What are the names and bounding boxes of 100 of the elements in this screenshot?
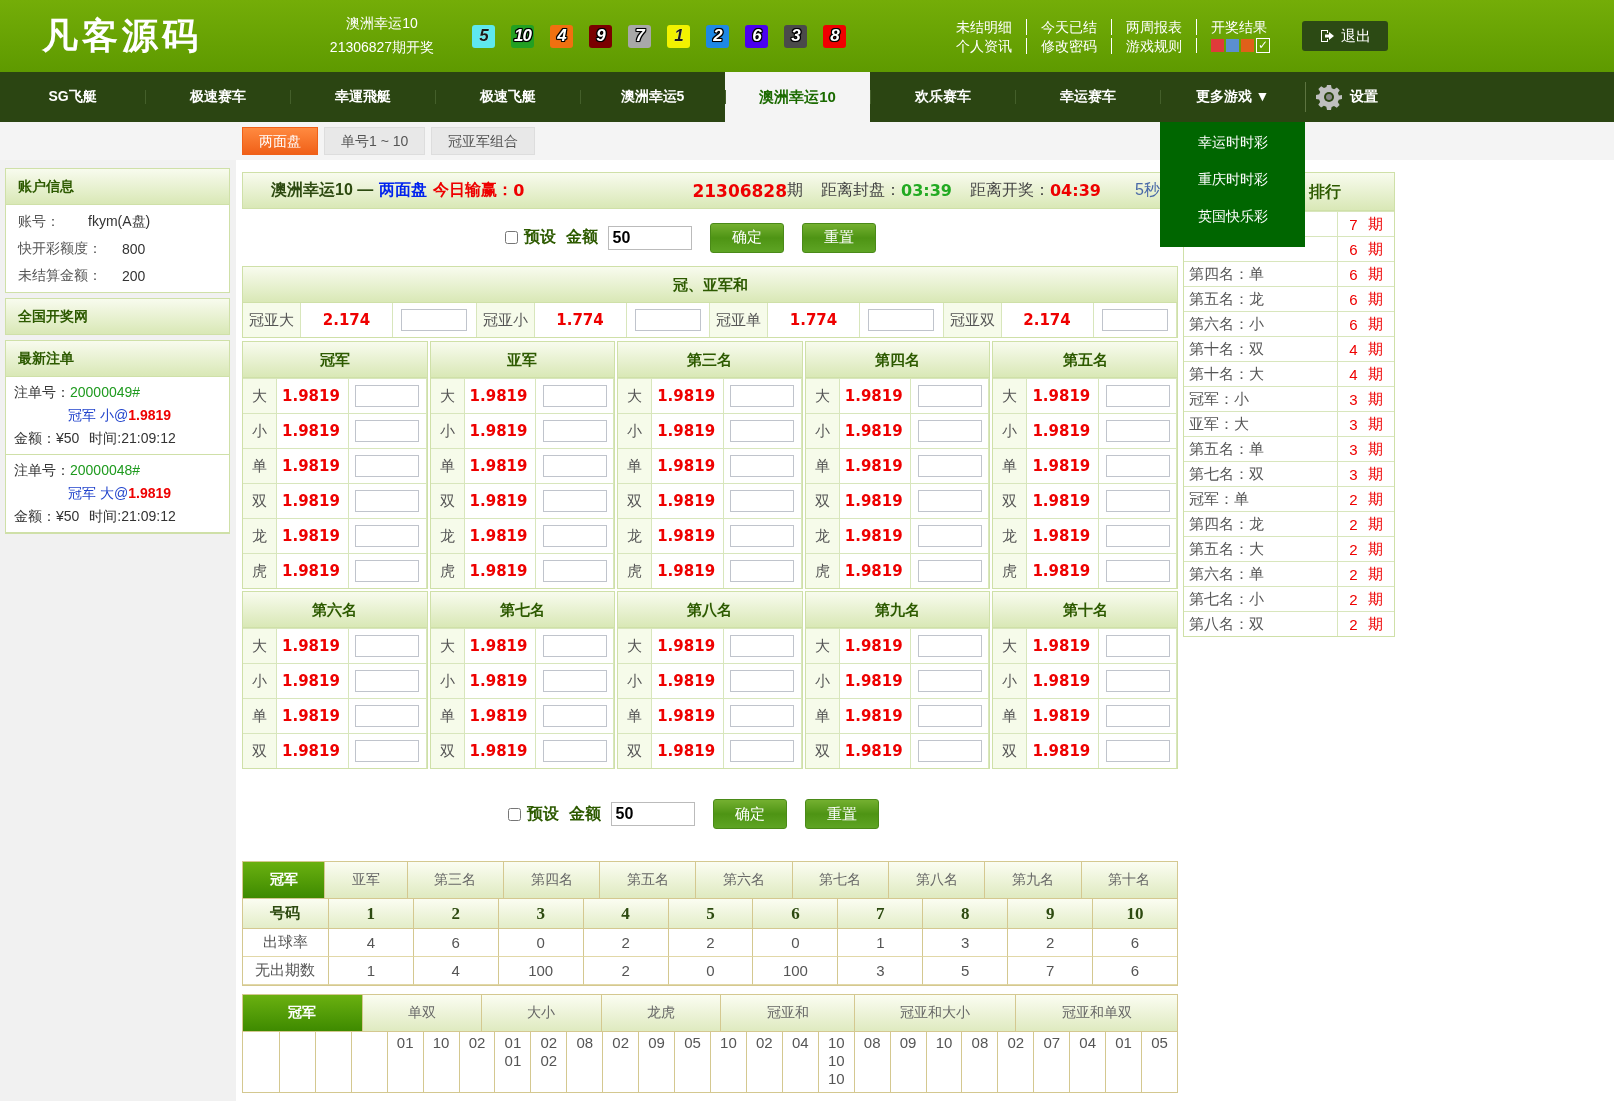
bet-amount-field[interactable] [1105,740,1170,762]
stats-tab[interactable]: 冠军 [243,862,325,898]
header-link[interactable]: 今天已结 [1026,18,1111,35]
nav-tab[interactable]: 澳洲幸运10 [725,72,870,122]
bet-amount-field[interactable] [1105,635,1170,657]
panel-link[interactable]: 全国开奖网 [5,298,230,335]
bet-amount-field[interactable] [917,525,982,547]
trend-tab[interactable]: 冠亚和单双 [1015,995,1178,1031]
bet-amount-field[interactable] [542,490,607,512]
bet-amount-field[interactable] [634,309,701,331]
bet-amount-field[interactable] [542,740,607,762]
logout-button[interactable]: 退出 [1302,21,1388,51]
nav-tab[interactable]: 澳洲幸运5 [580,72,725,122]
bet-amount-field[interactable] [1105,455,1170,477]
preset-checkbox[interactable] [504,231,518,244]
trend-tab[interactable]: 大小 [481,995,601,1031]
confirm-button[interactable]: 确定 [709,222,784,253]
bet-amount-field[interactable] [355,670,420,692]
amount-field[interactable]: 50 [610,802,695,826]
bet-amount-field[interactable] [355,490,420,512]
trend-tab[interactable]: 单双 [361,995,482,1031]
nav-tab[interactable]: 极速飞艇 [435,72,580,122]
bet-amount-field[interactable] [1101,309,1168,331]
stats-tab[interactable]: 第五名 [599,862,696,898]
bet-amount-field[interactable] [917,420,982,442]
settings-link[interactable]: 设置 [1305,82,1378,112]
bet-amount-field[interactable] [917,740,982,762]
stats-tab[interactable]: 亚军 [324,862,407,898]
bet-amount-field[interactable] [1105,560,1170,582]
bet-amount-field[interactable] [917,705,982,727]
bet-amount-field[interactable] [730,740,795,762]
bet-amount-field[interactable] [542,560,607,582]
nav-tab[interactable]: SG飞艇 [0,72,145,122]
confirm-button[interactable]: 确定 [712,799,787,829]
bet-amount-field[interactable] [542,635,607,657]
nav-tab[interactable]: 极速赛车 [145,72,290,122]
header-link[interactable]: 两周报表 [1111,18,1196,35]
header-link[interactable]: 个人资讯 [942,37,1026,54]
bet-amount-field[interactable] [1105,670,1170,692]
bet-amount-field[interactable] [542,455,607,477]
bet-amount-field[interactable] [730,705,795,727]
bet-amount-field[interactable] [355,740,420,762]
theme-swatch[interactable] [1241,39,1254,52]
theme-check[interactable]: ✓ [1256,38,1270,53]
stats-tab[interactable]: 第三名 [406,862,503,898]
bet-amount-field[interactable] [730,385,795,407]
bet-amount-field[interactable] [355,560,420,582]
bet-amount-field[interactable] [730,490,795,512]
bet-amount-field[interactable] [730,635,795,657]
bet-amount-field[interactable] [542,670,607,692]
bet-amount-field[interactable] [917,560,982,582]
bet-amount-field[interactable] [1105,420,1170,442]
stats-tab[interactable]: 第八名 [888,862,985,898]
nav-tab[interactable]: 欢乐赛车 [870,72,1015,122]
stats-tab[interactable]: 第六名 [695,862,792,898]
bet-amount-field[interactable] [1105,385,1170,407]
bet-amount-field[interactable] [1105,705,1170,727]
reset-button[interactable]: 重置 [804,799,879,829]
bet-amount-field[interactable] [730,455,795,477]
mode-tab[interactable]: 两面盘 [242,127,318,155]
header-link[interactable]: 开奖结果 [1196,18,1281,35]
bet-amount-field[interactable] [355,635,420,657]
trend-tab[interactable]: 冠亚和大小 [853,995,1016,1031]
bet-amount-field[interactable] [401,309,468,331]
bet-amount-field[interactable] [730,525,795,547]
menu-item[interactable]: 幸运时时彩 [1197,128,1268,165]
bet-amount-field[interactable] [355,525,420,547]
bet-amount-field[interactable] [1105,490,1170,512]
bet-amount-field[interactable] [355,385,420,407]
nav-tab[interactable]: 更多游戏 ▼ [1160,72,1305,122]
bet-amount-field[interactable] [542,385,607,407]
bet-amount-field[interactable] [355,420,420,442]
stats-tab[interactable]: 第七名 [791,862,889,898]
header-link[interactable]: 未结明细 [942,18,1026,35]
amount-field[interactable]: 50 [607,225,692,250]
bet-amount-field[interactable] [917,455,982,477]
bet-amount-field[interactable] [730,670,795,692]
bet-amount-field[interactable] [355,455,420,477]
bet-amount-field[interactable] [917,635,982,657]
trend-tab[interactable]: 冠军 [243,995,362,1031]
theme-swatch[interactable] [1211,39,1224,52]
trend-tab[interactable]: 冠亚和 [720,995,854,1031]
stats-tab[interactable]: 第十名 [1080,862,1177,898]
reset-button[interactable]: 重置 [801,222,876,253]
stats-tab[interactable]: 第九名 [984,862,1081,898]
bet-amount-field[interactable] [730,560,795,582]
header-link[interactable]: 游戏规则 [1111,37,1196,54]
bet-amount-field[interactable] [542,525,607,547]
header-link[interactable]: 修改密码 [1026,37,1111,54]
theme-swatch[interactable] [1226,39,1239,52]
trend-tab[interactable]: 龙虎 [600,995,721,1031]
stats-tab[interactable]: 第四名 [502,862,600,898]
bet-amount-field[interactable] [355,705,420,727]
bet-amount-field[interactable] [917,385,982,407]
bet-amount-field[interactable] [917,670,982,692]
mode-tab[interactable]: 冠亚军组合 [431,127,536,155]
bet-amount-field[interactable] [868,309,935,331]
mode-tab[interactable]: 单号1 ~ 10 [324,127,426,155]
bet-amount-field[interactable] [542,420,607,442]
bet-amount-field[interactable] [1105,525,1170,547]
